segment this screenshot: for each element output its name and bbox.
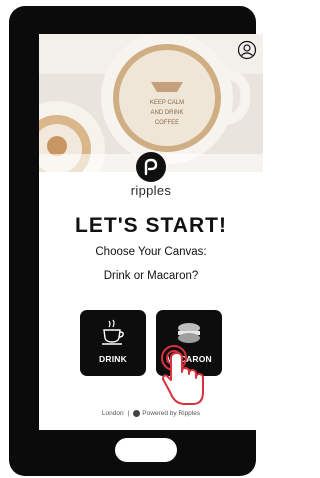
ripples-small-logo-icon [133,410,141,417]
brand-name: ripples [130,183,172,198]
coffee-cup-icon [80,318,146,348]
app-screen: KEEP CALM AND DRINK COFFEE ripples LET'S… [39,34,263,430]
account-icon[interactable] [237,40,257,60]
ripples-logo-icon [136,152,166,182]
home-button[interactable] [115,438,177,462]
brand-logo: ripples [39,152,263,198]
svg-text:COFFEE: COFFEE [155,120,179,126]
drink-option-button[interactable]: DRINK [80,310,146,376]
drink-option-label: DRINK [99,354,127,364]
subtitle-line-2: Drink or Macaron? [103,270,199,282]
hand-pointer-icon [157,344,217,414]
footer-separator: | [127,410,130,418]
footer: London | Powered by Ripples [39,410,263,417]
phone-frame: KEEP CALM AND DRINK COFFEE ripples LET'S… [9,6,263,476]
footer-location: London [101,410,124,418]
svg-text:KEEP CALM: KEEP CALM [150,100,184,106]
page-title: LET'S START! [75,214,227,237]
svg-text:AND DRINK: AND DRINK [150,110,183,116]
subtitle-line-1: Choose Your Canvas: [95,246,207,258]
